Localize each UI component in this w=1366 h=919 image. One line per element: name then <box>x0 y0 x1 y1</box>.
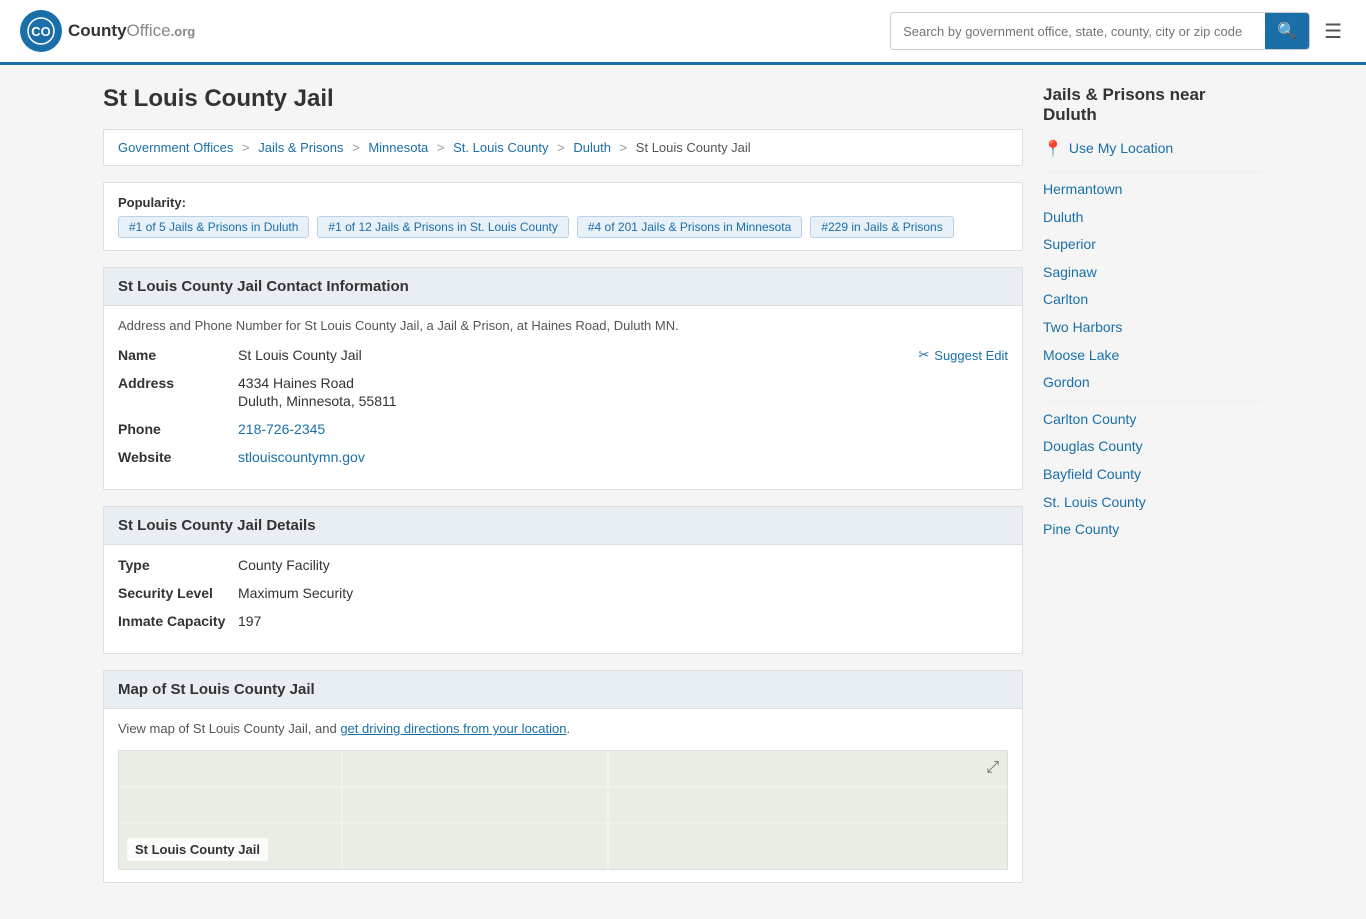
security-row: Security Level Maximum Security <box>118 585 1008 601</box>
breadcrumb-sep-0: > <box>242 140 250 155</box>
breadcrumb-sep-4: > <box>620 140 628 155</box>
breadcrumb-sep-2: > <box>437 140 445 155</box>
suggest-edit-button[interactable]: ✂ Suggest Edit <box>918 347 1008 363</box>
website-label: Website <box>118 449 238 465</box>
breadcrumb-link-0[interactable]: Government Offices <box>118 140 233 155</box>
pop-badge-1: #1 of 12 Jails & Prisons in St. Louis Co… <box>317 216 568 238</box>
sidebar-link-11[interactable]: St. Louis County <box>1043 493 1263 513</box>
expand-icon: ⤢ <box>986 759 999 777</box>
type-label: Type <box>118 557 238 573</box>
search-bar: 🔍 <box>890 12 1310 50</box>
sidebar-link-10[interactable]: Bayfield County <box>1043 465 1263 485</box>
popularity-bar: Popularity: #1 of 5 Jails & Prisons in D… <box>103 182 1023 251</box>
map-road-h1 <box>119 786 1007 788</box>
pop-badge-0: #1 of 5 Jails & Prisons in Duluth <box>118 216 309 238</box>
type-row: Type County Facility <box>118 557 1008 573</box>
sidebar-title: Jails & Prisons near Duluth <box>1043 85 1263 125</box>
type-value: County Facility <box>238 557 1008 573</box>
menu-button[interactable]: ☰ <box>1320 15 1346 48</box>
sidebar-link-12[interactable]: Pine County <box>1043 520 1263 540</box>
map-section-header: Map of St Louis County Jail <box>103 670 1023 709</box>
phone-link[interactable]: 218-726-2345 <box>238 421 325 437</box>
name-value: St Louis County Jail <box>238 347 918 363</box>
header-right: 🔍 ☰ <box>890 12 1346 50</box>
security-label: Security Level <box>118 585 238 601</box>
capacity-row: Inmate Capacity 197 <box>118 613 1008 629</box>
sidebar-link-7[interactable]: Gordon <box>1043 373 1263 393</box>
breadcrumb-sep-1: > <box>352 140 360 155</box>
use-location-link[interactable]: Use My Location <box>1069 139 1173 159</box>
location-icon: 📍 <box>1043 139 1063 159</box>
sidebar-link-8[interactable]: Carlton County <box>1043 410 1263 430</box>
breadcrumb-sep-3: > <box>557 140 565 155</box>
phone-value: 218-726-2345 <box>238 421 1008 437</box>
address-value: 4334 Haines Road Duluth, Minnesota, 5581… <box>238 375 1008 409</box>
popularity-label: Popularity: <box>118 195 186 210</box>
sidebar-divider-top <box>1043 171 1263 172</box>
breadcrumb-link-3[interactable]: St. Louis County <box>453 140 548 155</box>
security-value: Maximum Security <box>238 585 1008 601</box>
sidebar-link-9[interactable]: Douglas County <box>1043 437 1263 457</box>
pop-badge-3: #229 in Jails & Prisons <box>810 216 953 238</box>
capacity-value: 197 <box>238 613 1008 629</box>
name-label: Name <box>118 347 238 363</box>
suggest-edit-label: Suggest Edit <box>934 348 1008 363</box>
details-section-header: St Louis County Jail Details <box>103 506 1023 545</box>
sidebar-link-0[interactable]: Hermantown <box>1043 180 1263 200</box>
logo-text: CountyOffice.org <box>68 21 195 41</box>
logo[interactable]: CO CountyOffice.org <box>20 10 195 52</box>
website-row: Website stlouiscountymn.gov <box>118 449 1008 465</box>
breadcrumb-link-4[interactable]: Duluth <box>573 140 611 155</box>
address-line2: Duluth, Minnesota, 55811 <box>238 393 1008 409</box>
search-button[interactable]: 🔍 <box>1265 13 1309 49</box>
sidebar-link-4[interactable]: Carlton <box>1043 290 1263 310</box>
breadcrumb-current: St Louis County Jail <box>636 140 751 155</box>
contact-section-header: St Louis County Jail Contact Information <box>103 267 1023 306</box>
sidebar-link-6[interactable]: Moose Lake <box>1043 346 1263 366</box>
address-label: Address <box>118 375 238 409</box>
map-desc-prefix: View map of St Louis County Jail, and <box>118 721 340 736</box>
website-link[interactable]: stlouiscountymn.gov <box>238 449 365 465</box>
sidebar-link-2[interactable]: Superior <box>1043 235 1263 255</box>
page-title: St Louis County Jail <box>103 85 1023 113</box>
logo-icon: CO <box>20 10 62 52</box>
address-row: Address 4334 Haines Road Duluth, Minneso… <box>118 375 1008 409</box>
breadcrumb-link-1[interactable]: Jails & Prisons <box>258 140 343 155</box>
phone-row: Phone 218-726-2345 <box>118 421 1008 437</box>
phone-label: Phone <box>118 421 238 437</box>
svg-text:CO: CO <box>31 24 51 39</box>
breadcrumb-link-2[interactable]: Minnesota <box>368 140 428 155</box>
main-container: St Louis County Jail Government Offices … <box>83 65 1283 919</box>
sidebar-link-5[interactable]: Two Harbors <box>1043 318 1263 338</box>
sidebar: Jails & Prisons near Duluth 📍 Use My Loc… <box>1043 85 1263 899</box>
sidebar-link-3[interactable]: Saginaw <box>1043 263 1263 283</box>
sidebar-link-1[interactable]: Duluth <box>1043 208 1263 228</box>
capacity-label: Inmate Capacity <box>118 613 238 629</box>
search-input[interactable] <box>891 16 1265 47</box>
map-grid <box>119 751 1007 869</box>
map-directions-link[interactable]: get driving directions from your locatio… <box>340 721 566 736</box>
map-desc-suffix: . <box>567 721 571 736</box>
content-area: St Louis County Jail Government Offices … <box>103 85 1023 899</box>
contact-card: Address and Phone Number for St Louis Co… <box>103 306 1023 490</box>
sidebar-location[interactable]: 📍 Use My Location <box>1043 139 1263 159</box>
site-header: CO CountyOffice.org 🔍 ☰ <box>0 0 1366 65</box>
map-placeholder[interactable]: St Louis County Jail ⤢ <box>118 750 1008 870</box>
map-card: View map of St Louis County Jail, and ge… <box>103 709 1023 883</box>
pop-badge-2: #4 of 201 Jails & Prisons in Minnesota <box>577 216 802 238</box>
map-road-v1 <box>341 751 343 869</box>
edit-icon: ✂ <box>918 347 929 363</box>
sidebar-divider-mid <box>1043 401 1263 402</box>
website-value: stlouiscountymn.gov <box>238 449 1008 465</box>
breadcrumb: Government Offices > Jails & Prisons > M… <box>103 129 1023 166</box>
contact-description: Address and Phone Number for St Louis Co… <box>118 318 1008 333</box>
map-description: View map of St Louis County Jail, and ge… <box>118 721 1008 736</box>
details-card: Type County Facility Security Level Maxi… <box>103 545 1023 654</box>
address-line1: 4334 Haines Road <box>238 375 354 391</box>
map-road-v2 <box>607 751 609 869</box>
map-road-h2 <box>119 822 1007 824</box>
name-row: Name St Louis County Jail ✂ Suggest Edit <box>118 347 1008 363</box>
popularity-badges: #1 of 5 Jails & Prisons in Duluth #1 of … <box>118 216 1008 238</box>
